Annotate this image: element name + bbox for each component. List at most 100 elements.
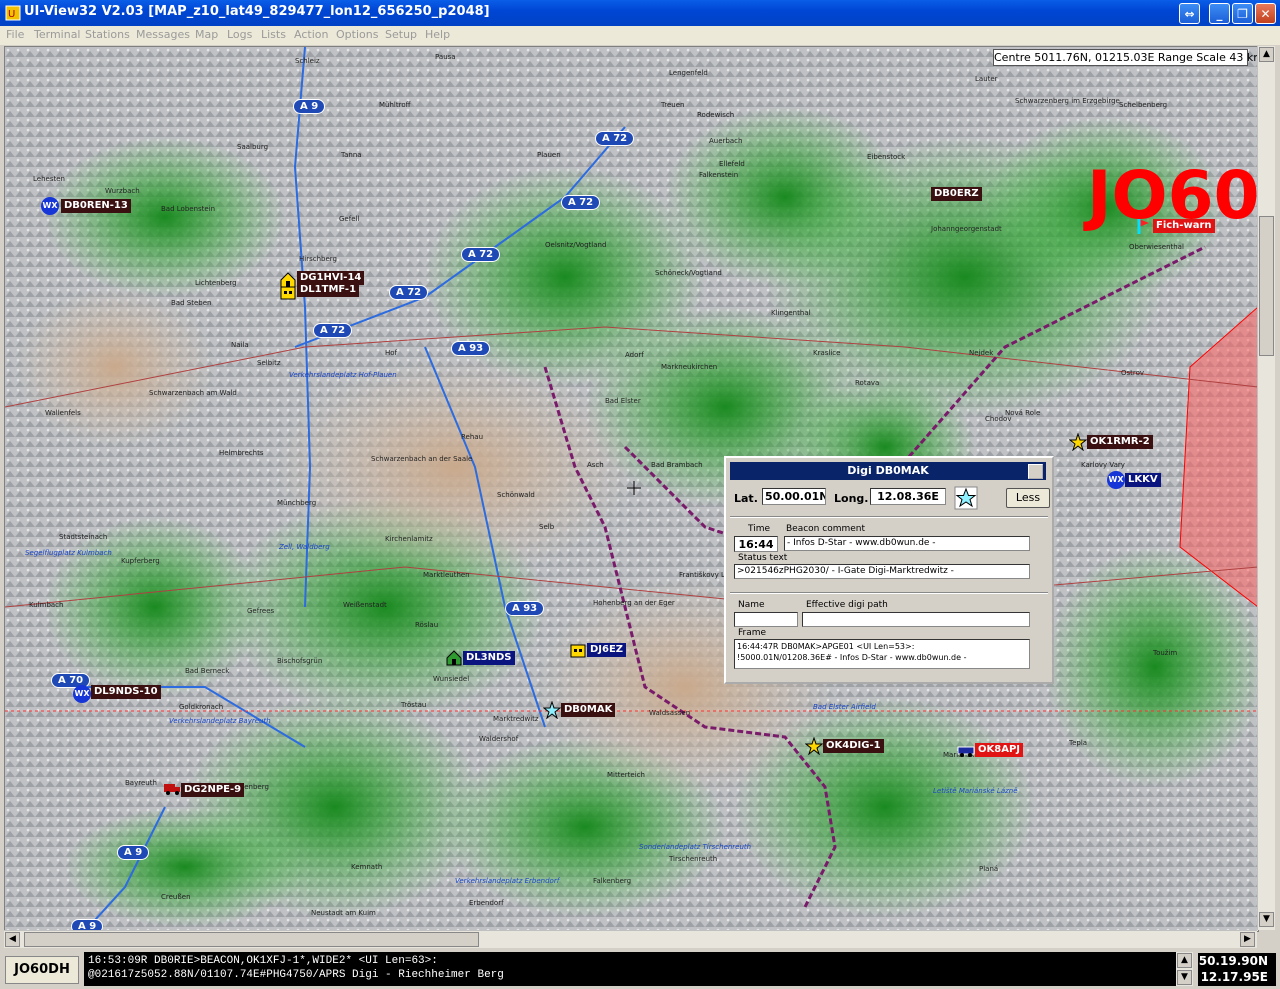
scroll-down-icon[interactable]: ▼ [1259, 912, 1274, 927]
beacon-comment-field[interactable]: - Infos D-Star - www.db0wun.de - [784, 536, 1030, 551]
scroll-right-icon[interactable]: ▶ [1240, 932, 1255, 947]
road-shield: A 72 [595, 131, 635, 146]
road-shield: A 72 [313, 323, 353, 338]
station-car-icon[interactable] [957, 741, 975, 759]
terrain-map [5, 47, 1258, 931]
menu-setup[interactable]: Setup [385, 28, 417, 41]
vertical-scrollbar[interactable]: ▲ ▼ [1257, 46, 1275, 930]
lat-field[interactable]: 50.00.01N [762, 488, 826, 505]
place-label: Bad Steben [171, 299, 212, 307]
place-label: Bayreuth [125, 779, 157, 787]
scroll-up-icon[interactable]: ▲ [1177, 953, 1192, 968]
svg-text:U: U [8, 9, 15, 20]
station-house-icon[interactable] [445, 649, 463, 667]
map-view[interactable]: Schleiz Pausa Lengenfeld Rodewisch Auerb… [4, 46, 1259, 932]
place-label: Hirschberg [299, 255, 337, 263]
scroll-left-icon[interactable]: ◀ [5, 932, 20, 947]
place-label: Chodov [985, 415, 1012, 423]
place-label: Marktredwitz [493, 715, 539, 723]
menu-logs[interactable]: Logs [227, 28, 252, 41]
time-label: Time [748, 524, 771, 534]
place-label: Hohenberg an der Eger [593, 599, 675, 607]
horizontal-scrollbar[interactable]: ◀ ▶ [4, 930, 1257, 948]
place-label: Toužim [1153, 649, 1178, 657]
weather-station-icon[interactable]: WX [1107, 471, 1125, 489]
dialog-title-bar[interactable]: Digi DB0MAK [730, 462, 1046, 480]
place-label: Schwarzenbach am Wald [149, 389, 237, 397]
time-field[interactable]: 16:44 [734, 536, 778, 552]
menu-stations[interactable]: Stations [85, 28, 130, 41]
place-label: Goldkronach [179, 703, 224, 711]
dialog-close-button[interactable] [1028, 464, 1043, 479]
menu-options[interactable]: Options [336, 28, 378, 41]
station-label[interactable]: OK8APJ [975, 743, 1023, 757]
station-label[interactable]: DJ6EZ [587, 643, 627, 657]
digipeater-star-icon[interactable] [1069, 433, 1087, 451]
monitor-line: 16:53:09R DB0RIE>BEACON,OK1XFJ-1*,WIDE2*… [88, 955, 438, 967]
station-label[interactable]: DL9NDS-10 [91, 685, 161, 699]
station-label[interactable]: DL1TMF-1 [297, 283, 360, 297]
airfield-label: Segelflugplatz Kulmbach [25, 549, 112, 557]
less-button[interactable]: Less [1006, 488, 1050, 508]
menu-help[interactable]: Help [425, 28, 450, 41]
station-label[interactable]: DL3NDS [463, 651, 515, 665]
place-label: Tepla [1069, 739, 1088, 747]
scroll-down-icon[interactable]: ▼ [1177, 970, 1192, 985]
place-label: Schwarzenbach an der Saale [371, 455, 473, 463]
long-label: Long. [834, 492, 869, 505]
station-label[interactable]: LKKV [1125, 473, 1161, 487]
maximize-button[interactable]: ❐ [1232, 3, 1253, 24]
menu-terminal[interactable]: Terminal [34, 28, 81, 41]
place-label: Stadtsteinach [59, 533, 108, 541]
airfield-label: Zell, Waldberg [279, 543, 330, 551]
road-shield: A 93 [505, 601, 545, 616]
map-info-box: Centre 5011.76N, 01215.03E Range Scale 4… [993, 49, 1259, 66]
status-text-field[interactable]: >021546zPHG2030/ - I-Gate Digi-Marktredw… [734, 564, 1030, 579]
long-field[interactable]: 12.08.36E [870, 488, 946, 505]
road-shield: A 9 [117, 845, 150, 860]
horizontal-scroll-thumb[interactable] [24, 932, 479, 947]
frame-field[interactable]: 16:44:47R DB0MAK>APGE01 <UI Len=53>: !50… [734, 639, 1030, 669]
place-label: Falkenstein [699, 171, 739, 179]
locator-box: JO60DH [5, 956, 79, 984]
station-label[interactable]: DB0REN-13 [61, 199, 131, 213]
place-label: Schwarzenberg im Erzgebirge [1015, 97, 1120, 105]
place-label: Karlovy Vary [1081, 461, 1125, 469]
weather-station-icon[interactable]: WX [73, 685, 91, 703]
minimize-button[interactable]: _ [1209, 3, 1230, 24]
place-label: Lengenfeld [669, 69, 708, 77]
menu-file[interactable]: File [6, 28, 24, 41]
close-button[interactable]: ✕ [1255, 3, 1276, 24]
name-field[interactable] [734, 612, 798, 627]
digipeater-star-icon[interactable] [805, 737, 823, 755]
menu-action[interactable]: Action [294, 28, 328, 41]
station-info-dialog: Digi DB0MAK Lat. 50.00.01N Long. 12.08.3… [724, 456, 1054, 684]
vertical-scroll-thumb[interactable] [1259, 216, 1274, 356]
station-label[interactable]: DB0ERZ [931, 187, 982, 201]
station-label[interactable]: DG2NPE-9 [181, 783, 245, 797]
menu-map[interactable]: Map [195, 28, 218, 41]
weather-station-icon[interactable]: WX [41, 197, 59, 215]
menu-messages[interactable]: Messages [136, 28, 190, 41]
place-label: Schönwald [497, 491, 535, 499]
digipeater-star-icon[interactable] [543, 701, 561, 719]
restore-arrows-icon[interactable]: ⇔ [1179, 3, 1200, 24]
station-label[interactable]: OK4DIG-1 [823, 739, 884, 753]
digi-star-icon[interactable] [954, 486, 978, 510]
place-label: Lichtenberg [195, 279, 237, 287]
station-building-icon[interactable] [569, 641, 587, 659]
monitor-panel: 16:53:09R DB0RIE>BEACON,OK1XFJ-1*,WIDE2*… [84, 952, 1176, 986]
scroll-up-icon[interactable]: ▲ [1259, 47, 1274, 62]
monitor-scrollbar[interactable]: ▲ ▼ [1176, 952, 1193, 986]
station-truck-icon[interactable] [163, 779, 181, 797]
station-label[interactable]: OK1RMR-2 [1087, 435, 1153, 449]
place-label: Waldsassen [649, 709, 691, 717]
menu-lists[interactable]: Lists [261, 28, 286, 41]
airfield-label: Letiště Mariánské Lázně [933, 787, 1018, 795]
station-building-icon[interactable] [279, 283, 297, 301]
place-label: Creußen [161, 893, 191, 901]
station-label[interactable]: DB0MAK [561, 703, 616, 717]
effective-path-field[interactable] [802, 612, 1030, 627]
place-label: Ostrov [1121, 369, 1145, 377]
monitor-line: @021617z5052.88N/01107.74E#PHG4750/APRS … [88, 969, 504, 981]
